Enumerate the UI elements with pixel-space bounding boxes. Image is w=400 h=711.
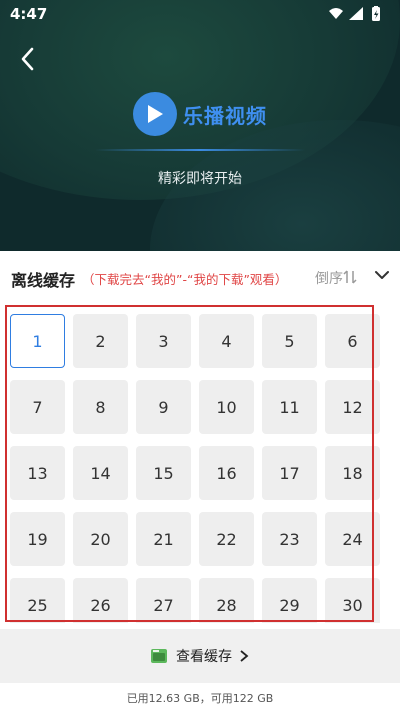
- episode-button[interactable]: 23: [262, 512, 317, 566]
- logo-text: 乐播视频: [183, 103, 267, 128]
- episode-button[interactable]: 17: [262, 446, 317, 500]
- logo-divider: [95, 149, 305, 151]
- episode-button[interactable]: 10: [199, 380, 254, 434]
- back-button[interactable]: [14, 44, 44, 74]
- chevron-left-icon: [21, 47, 34, 71]
- video-player[interactable]: 4:47 乐播视频 精彩即将开始: [0, 0, 400, 251]
- episode-button[interactable]: 2: [73, 314, 128, 368]
- chevron-down-icon[interactable]: [373, 266, 391, 288]
- episode-button[interactable]: 22: [199, 512, 254, 566]
- sort-arrows-icon[interactable]: [343, 269, 357, 289]
- status-bar: 4:47: [0, 0, 400, 28]
- episode-button[interactable]: 8: [73, 380, 128, 434]
- episode-button[interactable]: 25: [10, 578, 65, 623]
- app-logo: 乐播视频: [0, 92, 400, 136]
- episode-grid-viewport[interactable]: 1 2 3 4 5 6 7 8 9 10 11 12 13 14 15 16 17 18 19 20 21 22 23 24 2…: [0, 302, 400, 623]
- episode-button[interactable]: 6: [325, 314, 380, 368]
- player-tagline: 精彩即将开始: [158, 171, 242, 187]
- storage-info: 已用12.63 GB，可用122 GB: [126, 692, 274, 705]
- offline-cache-header: 离线缓存 （下载完去“我的”-“我的下载”观看） 倒序: [0, 251, 400, 301]
- download-hint: （下载完去“我的”-“我的下载”观看）: [82, 272, 288, 287]
- episode-button[interactable]: 7: [10, 380, 65, 434]
- episode-button[interactable]: 28: [199, 578, 254, 623]
- status-time: 4:47: [10, 5, 48, 23]
- folder-icon: [151, 649, 167, 663]
- episode-button[interactable]: 5: [262, 314, 317, 368]
- episode-button[interactable]: 3: [136, 314, 191, 368]
- episode-button[interactable]: 18: [325, 446, 380, 500]
- episode-button[interactable]: 13: [10, 446, 65, 500]
- episode-button[interactable]: 15: [136, 446, 191, 500]
- episode-button[interactable]: 27: [136, 578, 191, 623]
- episode-button[interactable]: 9: [136, 380, 191, 434]
- sort-toggle[interactable]: 倒序: [315, 268, 343, 288]
- status-icons: [328, 6, 386, 26]
- episode-button[interactable]: 4: [199, 314, 254, 368]
- episode-button[interactable]: 20: [73, 512, 128, 566]
- view-cache-button[interactable]: 查看缓存: [0, 629, 400, 683]
- episode-button[interactable]: 21: [136, 512, 191, 566]
- episode-button[interactable]: 24: [325, 512, 380, 566]
- view-cache-label: 查看缓存: [176, 649, 232, 665]
- episode-button[interactable]: 1: [10, 314, 65, 368]
- episode-button[interactable]: 16: [199, 446, 254, 500]
- play-icon: [133, 92, 177, 136]
- episode-button[interactable]: 14: [73, 446, 128, 500]
- episode-button[interactable]: 12: [325, 380, 380, 434]
- episode-grid: 1 2 3 4 5 6 7 8 9 10 11 12 13 14 15 16 17 18 19 20 21 22 23 24 2…: [10, 314, 380, 623]
- episode-button[interactable]: 29: [262, 578, 317, 623]
- chevron-right-icon: [240, 650, 249, 662]
- episode-button[interactable]: 11: [262, 380, 317, 434]
- wifi-signal-battery-icon: [329, 6, 380, 21]
- episode-button[interactable]: 30: [325, 578, 380, 623]
- episode-button[interactable]: 19: [10, 512, 65, 566]
- episode-button[interactable]: 26: [73, 578, 128, 623]
- section-title: 离线缓存: [11, 271, 76, 290]
